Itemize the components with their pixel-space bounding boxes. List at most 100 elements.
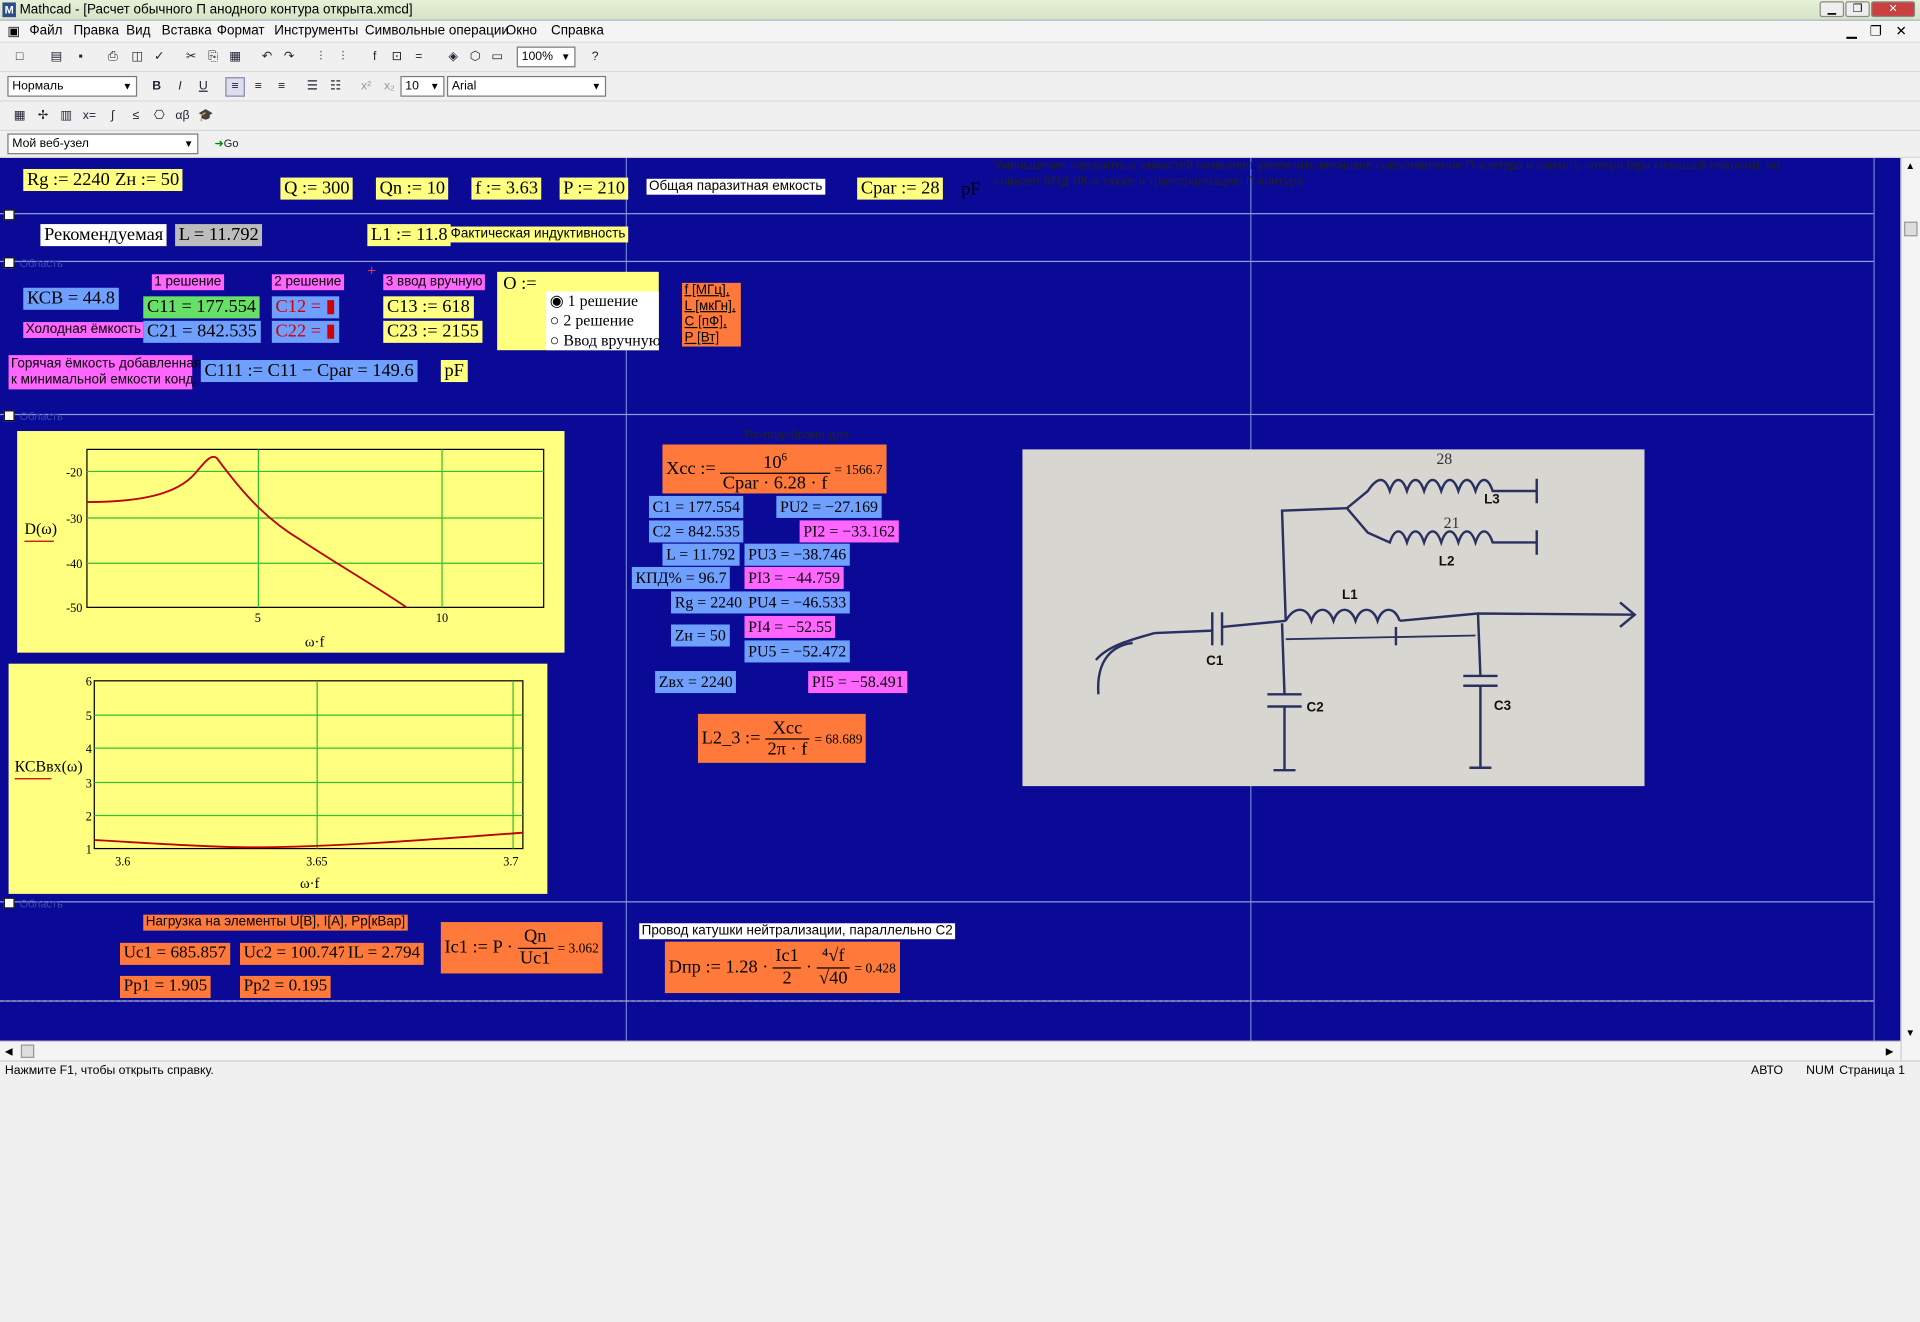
- zoom-select[interactable]: 100% ▼: [516, 46, 576, 68]
- menu-view[interactable]: Вид: [126, 23, 150, 38]
- vertical-scrollbar[interactable]: ▲ ▼: [1900, 157, 1920, 1061]
- menu-edit[interactable]: Правка: [73, 23, 119, 38]
- maximize-icon[interactable]: ❐: [1845, 1, 1870, 18]
- doc-icon[interactable]: ▣: [7, 23, 20, 39]
- cpar-definition[interactable]: Cpar := 28: [857, 177, 944, 200]
- menu-help[interactable]: Справка: [551, 23, 604, 38]
- scroll-left-icon[interactable]: ◀: [5, 1046, 13, 1057]
- worksheet[interactable]: Область Область Область Rg := 2240 Zн :=…: [0, 157, 1901, 1041]
- rg-definition[interactable]: Rg := 2240: [23, 168, 114, 192]
- italic-button[interactable]: I: [170, 77, 190, 97]
- scroll-up-icon[interactable]: ▲: [1905, 160, 1915, 171]
- collapse-icon[interactable]: [3, 209, 15, 221]
- component-icon[interactable]: ◈: [443, 48, 463, 68]
- graph-d-omega[interactable]: -20 -30 -40 -50 5 10 ω·f D(ω): [17, 431, 565, 653]
- radio-group: ◉ 1 решение ○ 2 решение ○ Ввод вручную: [546, 291, 661, 351]
- p-definition[interactable]: P := 210: [559, 177, 629, 200]
- scroll-thumb[interactable]: [20, 1044, 35, 1058]
- calculator-icon[interactable]: ▦: [10, 107, 30, 127]
- style-select[interactable]: Нормаль ▼: [7, 75, 138, 97]
- doc-close-icon[interactable]: ✕: [1896, 23, 1907, 39]
- qn-definition[interactable]: Qn := 10: [375, 177, 449, 200]
- menu-insert[interactable]: Вставка: [162, 23, 212, 38]
- schematic-photo[interactable]: L3 L2 L1 C1 C2 C3 28 21: [1022, 449, 1645, 787]
- hot-label-2: к минимальной емкости конд.: [11, 372, 198, 387]
- resource-icon[interactable]: ⬡: [465, 48, 485, 68]
- doc-minimize-icon[interactable]: ▁: [1847, 23, 1857, 39]
- window-icon[interactable]: ▭: [487, 48, 507, 68]
- region-icon[interactable]: [3, 257, 15, 269]
- align-center-icon[interactable]: ≡: [249, 77, 269, 97]
- open-icon[interactable]: ▤: [47, 48, 67, 68]
- preview-icon[interactable]: ◫: [127, 48, 147, 68]
- boolean-icon[interactable]: ≤: [126, 107, 146, 127]
- c23-definition[interactable]: C23 := 2155: [383, 320, 483, 343]
- l23-definition[interactable]: L2_3 := Xcc 2π · f = 68.689: [697, 713, 867, 763]
- zn-definition[interactable]: Zн := 50: [111, 168, 183, 192]
- graph-icon[interactable]: ✢: [33, 107, 53, 127]
- menu-tools[interactable]: Инструменты: [274, 23, 358, 38]
- menu-symbolics[interactable]: Символьные операции: [365, 23, 509, 38]
- menu-window[interactable]: Окно: [506, 23, 537, 38]
- scroll-thumb[interactable]: [1904, 221, 1918, 237]
- dpr-definition[interactable]: Dпр := 1.28 · Ic1 2 · ⁴√f √40 = 0.428: [664, 941, 900, 994]
- radio-manual[interactable]: ○ Ввод вручную: [546, 331, 664, 351]
- region-icon[interactable]: [3, 410, 15, 422]
- cut-icon[interactable]: ✂: [181, 48, 201, 68]
- ic1-definition[interactable]: Ic1 := P · Qn Uc1 = 3.062: [440, 922, 603, 974]
- menu-format[interactable]: Формат: [217, 23, 265, 38]
- close-icon[interactable]: ✕: [1871, 1, 1916, 18]
- minimize-icon[interactable]: ▁: [1819, 1, 1845, 18]
- align-icon[interactable]: ⫶: [311, 48, 331, 68]
- insert-function-icon[interactable]: f: [365, 48, 385, 68]
- graph2-frame: [93, 680, 524, 850]
- calculate-icon[interactable]: =: [409, 48, 429, 68]
- new-icon[interactable]: □: [10, 48, 30, 68]
- bullets-icon[interactable]: ☰: [302, 77, 322, 97]
- numbering-icon[interactable]: ☷: [326, 77, 346, 97]
- paste-icon[interactable]: ▦: [225, 48, 245, 68]
- radio-solution1[interactable]: ◉ 1 решение: [546, 291, 642, 311]
- mathcad-app-icon[interactable]: M: [2, 2, 16, 18]
- redo-icon[interactable]: ↷: [279, 48, 299, 68]
- subscript-icon[interactable]: x₂: [380, 77, 400, 97]
- align-right-icon[interactable]: ≡: [272, 77, 292, 97]
- save-icon[interactable]: ▪: [71, 48, 91, 68]
- undo-icon[interactable]: ↶: [257, 48, 277, 68]
- spellcheck-icon[interactable]: ✓: [149, 48, 169, 68]
- calculus-icon[interactable]: ∫: [103, 107, 123, 127]
- evaluation-icon[interactable]: x=: [80, 107, 100, 127]
- font-size-select[interactable]: 10 ▼: [400, 75, 445, 97]
- print-icon[interactable]: ⎙: [103, 48, 123, 68]
- help-icon[interactable]: ?: [585, 48, 605, 68]
- xcc-definition[interactable]: Xcc := 106 Cpar · 6.28 · f = 1566.7: [662, 444, 887, 494]
- align-left-icon[interactable]: ≡: [225, 77, 245, 97]
- label-c2: C2: [1307, 699, 1324, 714]
- solution1-label: 1 решение: [151, 274, 224, 291]
- align2-icon[interactable]: ⫶: [333, 48, 353, 68]
- graph-ksv[interactable]: 6 5 4 3 2 1 3.6 3.65 3.7 ω·f КСВвх(ω): [8, 663, 548, 894]
- horizontal-scrollbar[interactable]: ◀ ▶: [0, 1040, 1901, 1061]
- matrix-icon[interactable]: ▥: [56, 107, 76, 127]
- web-select[interactable]: Мой веб-узел ▼: [7, 133, 199, 155]
- superscript-icon[interactable]: x²: [356, 77, 376, 97]
- greek-icon[interactable]: αβ: [173, 107, 193, 127]
- bold-button[interactable]: B: [147, 77, 167, 97]
- programming-icon[interactable]: ⎔: [149, 107, 169, 127]
- region-icon[interactable]: [3, 897, 15, 909]
- underline-button[interactable]: U: [193, 77, 213, 97]
- doc-restore-icon[interactable]: ❐: [1870, 23, 1882, 39]
- radio-solution2[interactable]: ○ 2 решение: [546, 311, 637, 331]
- c13-definition[interactable]: C13 := 618: [383, 296, 474, 319]
- symbolic-icon[interactable]: 🎓: [196, 107, 216, 127]
- scroll-right-icon[interactable]: ▶: [1886, 1046, 1894, 1057]
- l1-definition[interactable]: L1 := 11.8: [367, 224, 452, 247]
- q-definition[interactable]: Q := 300: [280, 177, 354, 200]
- f-definition[interactable]: f := 3.63: [471, 177, 542, 200]
- menu-file[interactable]: Файл: [29, 23, 62, 38]
- insert-unit-icon[interactable]: ⊡: [387, 48, 407, 68]
- go-button[interactable]: ➜Go: [208, 133, 245, 153]
- scroll-down-icon[interactable]: ▼: [1905, 1027, 1915, 1038]
- font-select[interactable]: Arial ▼: [446, 75, 607, 97]
- copy-icon[interactable]: ⎘: [203, 48, 223, 68]
